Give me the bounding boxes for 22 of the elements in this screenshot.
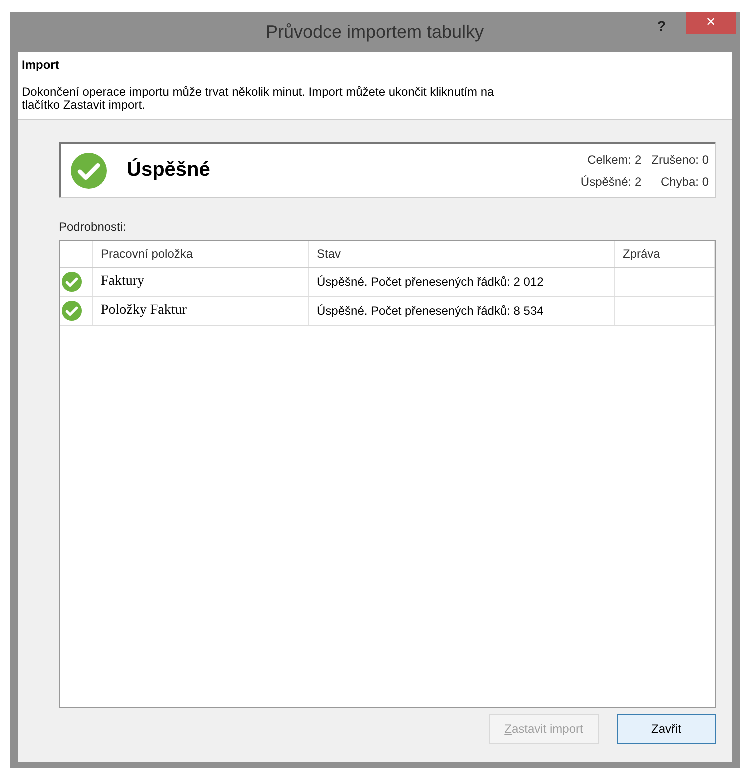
help-button[interactable]: ?	[651, 16, 672, 36]
column-header[interactable]: Stav	[309, 241, 615, 267]
count-label: Zrušeno: 0	[652, 152, 709, 166]
success-icon	[71, 152, 107, 188]
details-label: Podrobnosti:	[59, 220, 126, 234]
description-text: Dokončení operace importu může trvat několik minut. Import můžete ukončit kliknutím na tlačítko Zastavit import.	[22, 86, 496, 112]
close-button[interactable]: ×	[686, 12, 736, 34]
status-label: Úspěšné	[127, 159, 212, 182]
section-title: Import	[22, 58, 60, 72]
count-label: Celkem: 2	[586, 152, 642, 166]
table-cell: Položky Faktur	[93, 297, 309, 325]
table-cell: Úspěšné. Počet přenesených řádků: 8 534	[309, 297, 615, 325]
table-cell: Faktury	[93, 268, 309, 296]
count-label: Chyba: 0	[660, 174, 709, 188]
column-header[interactable]: Pracovní položka	[93, 241, 309, 267]
window-title: Průvodce importem tabulky	[266, 22, 484, 42]
success-icon	[62, 272, 82, 292]
column-header[interactable]: Zpráva	[615, 241, 715, 267]
close-dialog-button[interactable]: Zavřit	[617, 714, 716, 744]
count-label: Úspěšné: 2	[580, 174, 642, 188]
table-cell: Úspěšné. Počet přenesených řádků: 2 012	[309, 268, 615, 296]
success-icon	[62, 301, 82, 321]
